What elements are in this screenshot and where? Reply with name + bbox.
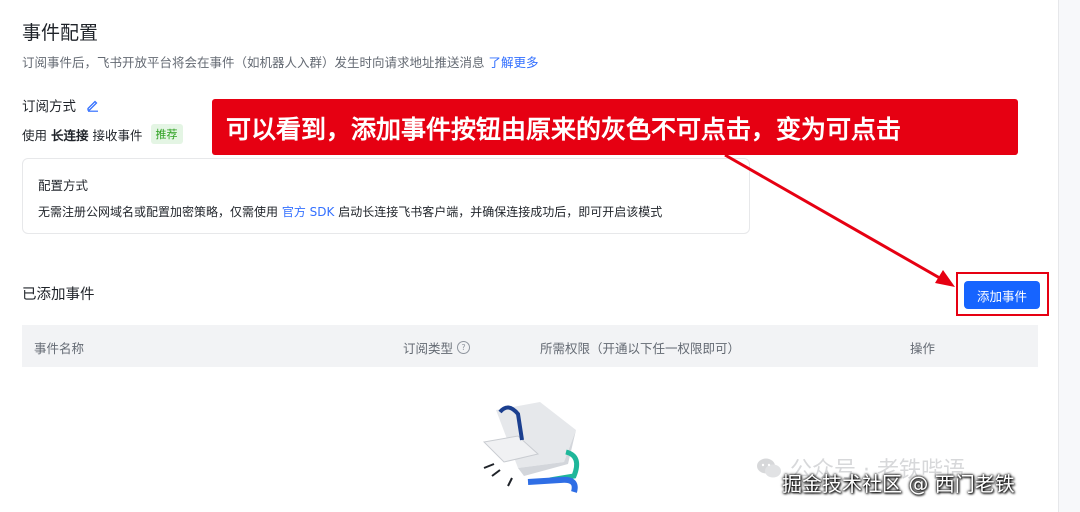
wechat-logo-icon [756,457,782,479]
annotation-text: 可以看到，添加事件按钮由原来的灰色不可点击，变为可点击 [226,115,902,144]
juejin-watermark: 掘金技术社区 @ 西门老铁 [782,472,1015,496]
annotation-banner: 可以看到，添加事件按钮由原来的灰色不可点击，变为可点击 [212,99,1018,155]
annotation-arrow [724,153,955,287]
